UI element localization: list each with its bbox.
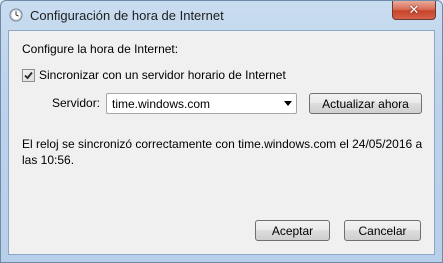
- server-value: time.windows.com: [112, 97, 211, 111]
- close-button[interactable]: ✕: [392, 1, 436, 20]
- update-now-button[interactable]: Actualizar ahora: [309, 93, 422, 114]
- server-combobox[interactable]: time.windows.com: [106, 93, 297, 114]
- internet-time-dialog: Configuración de hora de Internet ✕ Conf…: [0, 0, 443, 263]
- clock-globe-icon: [9, 8, 23, 22]
- server-label: Servidor:: [52, 96, 101, 110]
- cancel-button[interactable]: Cancelar: [344, 220, 421, 241]
- section-heading: Configure la hora de Internet:: [22, 42, 179, 56]
- sync-status-text: El reloj se sincronizó correctamente con…: [22, 137, 423, 167]
- sync-checkbox[interactable]: [22, 69, 35, 82]
- ok-button[interactable]: Aceptar: [255, 220, 330, 241]
- checkmark-icon: [24, 71, 33, 80]
- title-bar[interactable]: Configuración de hora de Internet ✕: [1, 1, 442, 31]
- chevron-down-icon[interactable]: [284, 101, 292, 106]
- sync-checkbox-label[interactable]: Sincronizar con un servidor horario de I…: [39, 68, 286, 82]
- window-title: Configuración de hora de Internet: [30, 8, 224, 23]
- dialog-body: Configure la hora de Internet: Sincroniz…: [8, 30, 435, 255]
- close-icon: ✕: [408, 2, 420, 17]
